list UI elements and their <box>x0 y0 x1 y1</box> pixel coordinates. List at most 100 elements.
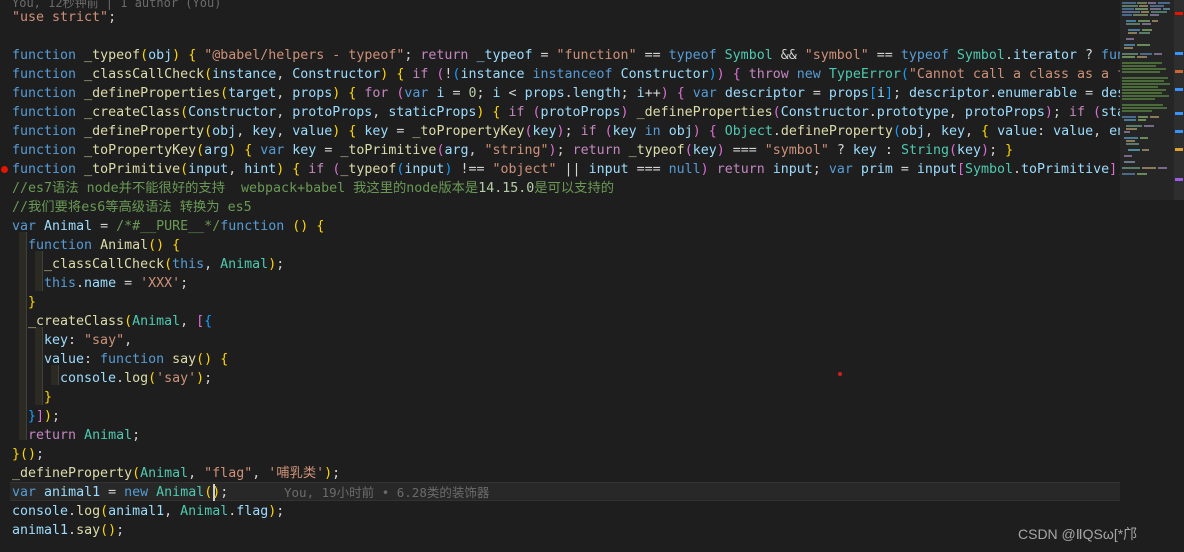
code-line[interactable]: console.log(animal1, Animal.flag); <box>0 502 284 521</box>
code-editor[interactable]: "use strict"; function _typeof(obj) { "@b… <box>0 0 1184 552</box>
text-caret <box>213 484 215 501</box>
breakpoint-marker[interactable] <box>1 166 8 173</box>
code-token: ) <box>172 48 181 63</box>
code-line[interactable]: //我们要将es6等高级语法 转换为 es5 <box>0 198 252 217</box>
top-blame-bar[interactable]: You, 12秒钟前 | 1 author (You) <box>12 0 221 10</box>
overview-ruler-mark[interactable] <box>1175 112 1183 115</box>
code-token: instanceof <box>532 67 613 82</box>
code-token: key <box>941 124 966 139</box>
code-line[interactable]: "use strict"; <box>0 8 116 27</box>
code-line[interactable]: _defineProperty(Animal, "flag", '哺乳类'); <box>0 464 340 483</box>
overview-ruler-mark[interactable] <box>1175 12 1183 15</box>
code-token: ; <box>404 48 421 63</box>
code-line[interactable]: function _toPropertyKey(arg) { var key =… <box>0 141 1013 160</box>
overview-ruler-mark[interactable] <box>1175 148 1183 151</box>
code-token: [ <box>196 314 205 329</box>
code-line[interactable]: function _defineProperty(obj, key, value… <box>0 122 1120 141</box>
code-line[interactable]: function Animal() { <box>0 236 180 255</box>
code-token: ) <box>156 238 165 253</box>
overview-ruler-mark[interactable] <box>1175 88 1183 91</box>
code-token: ++ <box>644 86 661 101</box>
code-token: ; <box>276 257 285 272</box>
code-token: "Cannot call a class as a funct <box>908 67 1120 82</box>
editor-gutter[interactable] <box>0 0 10 552</box>
code-line[interactable]: //es7语法 node并不能很好的支持 webpack+babel 我这里的n… <box>0 179 614 198</box>
code-token: obj <box>668 124 693 139</box>
minimap-segment <box>1124 131 1130 133</box>
minimap[interactable] <box>1120 0 1174 552</box>
minimap-segment <box>1150 116 1159 118</box>
minimap-segment <box>1124 161 1135 163</box>
minimap-segment <box>1122 11 1140 13</box>
code-line[interactable]: var Animal = /*#__PURE__*/function () { <box>0 217 324 236</box>
code-line[interactable]: value: function say() { <box>0 350 228 369</box>
code-text-area[interactable]: "use strict"; function _typeof(obj) { "@b… <box>0 0 1120 552</box>
minimap-row <box>1120 116 1174 118</box>
code-token: 14.15.0 <box>478 181 535 196</box>
code-line[interactable]: _classCallCheck(this, Animal); <box>0 255 284 274</box>
code-line[interactable]: return Animal; <box>0 426 140 445</box>
code-line[interactable]: this.name = 'XXX'; <box>0 274 188 293</box>
code-token: function <box>12 105 77 120</box>
minimap-segment <box>1122 116 1136 118</box>
overview-ruler-mark[interactable] <box>1175 52 1183 55</box>
code-token: === <box>724 143 765 158</box>
overview-ruler-mark[interactable] <box>1175 130 1183 133</box>
minimap-row <box>1120 128 1174 130</box>
code-token: . <box>772 124 781 139</box>
code-token: _typeof <box>628 143 685 158</box>
code-line[interactable]: console.log('say'); <box>0 369 212 388</box>
code-token: ( <box>100 504 109 519</box>
code-token: _toPrimitive <box>84 162 181 177</box>
code-token: protoProps <box>964 105 1045 120</box>
minimap-segment <box>1126 38 1134 40</box>
code-line[interactable]: function _typeof(obj) { "@babel/helpers … <box>0 46 1120 65</box>
code-line[interactable]: animal1.say(); <box>0 521 124 540</box>
code-line[interactable]: function _defineProperties(target, props… <box>0 84 1120 103</box>
code-token: [ <box>956 162 965 177</box>
code-line[interactable]: _createClass(Animal, [{ <box>0 312 212 331</box>
minimap-segment <box>1122 53 1138 55</box>
overview-ruler-mark[interactable] <box>1175 178 1183 181</box>
code-line[interactable]: key: "say", <box>0 331 132 350</box>
minimap-segment <box>1122 14 1132 16</box>
code-line[interactable]: function _createClass(Constructor, proto… <box>0 103 1120 122</box>
minimap-segment <box>1122 98 1155 100</box>
code-token: _typeof <box>476 48 533 63</box>
code-line[interactable]: function _classCallCheck(instance, Const… <box>0 65 1120 84</box>
code-token: input <box>772 162 813 177</box>
code-token: if <box>1068 105 1085 120</box>
code-line[interactable]: function _toPrimitive(input, hint) { if … <box>0 160 1120 179</box>
code-token: if <box>308 162 325 177</box>
minimap-row <box>1120 77 1174 79</box>
overview-ruler-scrollbar[interactable] <box>1174 0 1184 552</box>
code-line[interactable]: var animal1 = new Animal(); <box>0 483 228 502</box>
code-token: key <box>692 143 717 158</box>
code-token: !== <box>452 162 493 177</box>
scrollbar-thumb[interactable] <box>1174 0 1184 200</box>
code-token: function <box>220 219 285 234</box>
minimap-segment <box>1128 29 1140 31</box>
code-token: ; <box>204 371 213 386</box>
minimap-segment <box>1122 77 1168 79</box>
code-token: ; <box>220 485 229 500</box>
inline-blame-annotation[interactable]: You, 19小时前 • 6.28类的装饰器 <box>284 483 489 502</box>
code-token: function <box>12 143 77 158</box>
code-token: ] <box>1109 162 1118 177</box>
minimap-segment <box>1126 23 1140 25</box>
code-token: , <box>236 124 253 139</box>
minimap-segment <box>1126 143 1139 145</box>
overview-ruler-mark[interactable] <box>1175 70 1183 73</box>
code-token: . <box>989 86 998 101</box>
code-token: ( <box>20 447 29 462</box>
code-token: protoProps <box>292 105 373 120</box>
code-token: : <box>84 352 101 367</box>
code-token: ( <box>100 523 109 538</box>
code-token: flag <box>236 504 269 519</box>
